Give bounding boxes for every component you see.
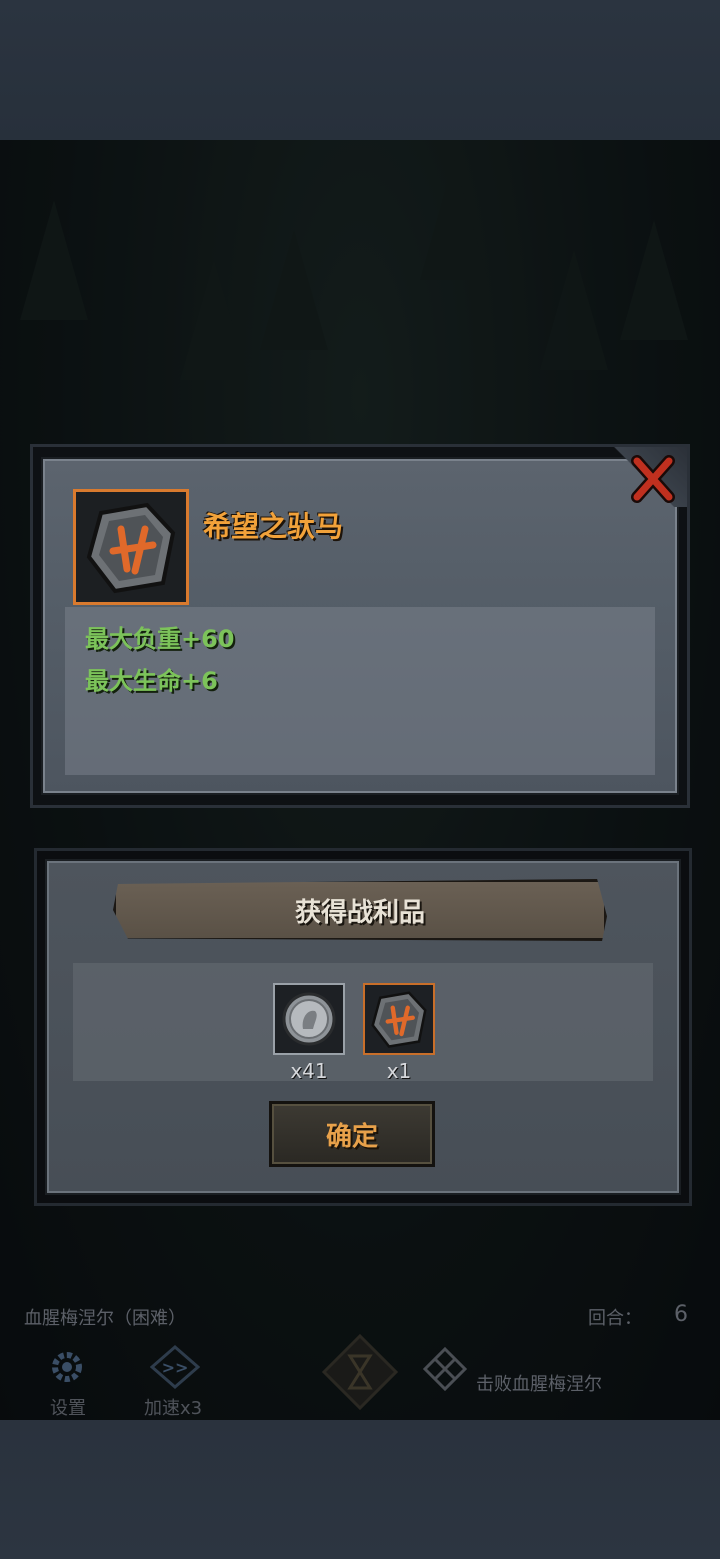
rune-stone-icon: [86, 502, 176, 594]
stat-line: 最大生命+6: [85, 667, 218, 695]
svg-text:>>: >>: [162, 1358, 189, 1377]
objective-text: 击败血腥梅涅尔: [476, 1374, 602, 1395]
stage-name: 血腥梅涅尔（困难）: [24, 1308, 186, 1329]
top-band: [0, 0, 720, 140]
loot-title-banner: 获得战利品: [113, 879, 607, 941]
settings-label: 设置: [50, 1398, 86, 1419]
loot-title: 获得战利品: [294, 897, 425, 928]
settings-button[interactable]: [32, 1336, 102, 1398]
turn-hourglass-button[interactable]: [318, 1330, 402, 1414]
speed-label: 加速x3: [144, 1398, 203, 1419]
round-value: 6: [674, 1302, 688, 1327]
item-detail-card: 希望之驮马 最大负重+60 最大生命+6: [30, 444, 690, 808]
crossed-swords-icon: [423, 1347, 467, 1391]
close-icon: [631, 455, 675, 503]
rune-stone-icon: [371, 991, 427, 1048]
gear-icon: [52, 1352, 82, 1382]
item-card-body: 希望之驮马 最大负重+60 最大生命+6: [41, 457, 679, 795]
speed-button[interactable]: >>: [140, 1336, 210, 1398]
loot-dialog: 获得战利品 x41 x1 确定: [34, 848, 692, 1206]
fast-forward-icon: >>: [150, 1345, 200, 1389]
loot-quantity: x1: [386, 1059, 412, 1083]
loot-slot-rune[interactable]: [363, 983, 435, 1055]
round-label: 回合：: [588, 1308, 642, 1329]
loot-quantity: x41: [290, 1059, 328, 1083]
bottom-band: [0, 1420, 720, 1559]
stats-panel: 最大负重+60 最大生命+6: [65, 607, 655, 775]
silver-coin-icon: [282, 992, 336, 1046]
item-title: 希望之驮马: [203, 510, 344, 543]
loot-slot-coin[interactable]: [273, 983, 345, 1055]
close-button[interactable]: [625, 451, 681, 507]
confirm-button[interactable]: 确定: [269, 1101, 435, 1167]
confirm-label: 确定: [325, 1121, 378, 1152]
stat-line: 最大负重+60: [85, 625, 235, 653]
objective-icon: [420, 1344, 470, 1394]
item-icon-frame: [73, 489, 189, 605]
hourglass-icon: [321, 1333, 399, 1411]
